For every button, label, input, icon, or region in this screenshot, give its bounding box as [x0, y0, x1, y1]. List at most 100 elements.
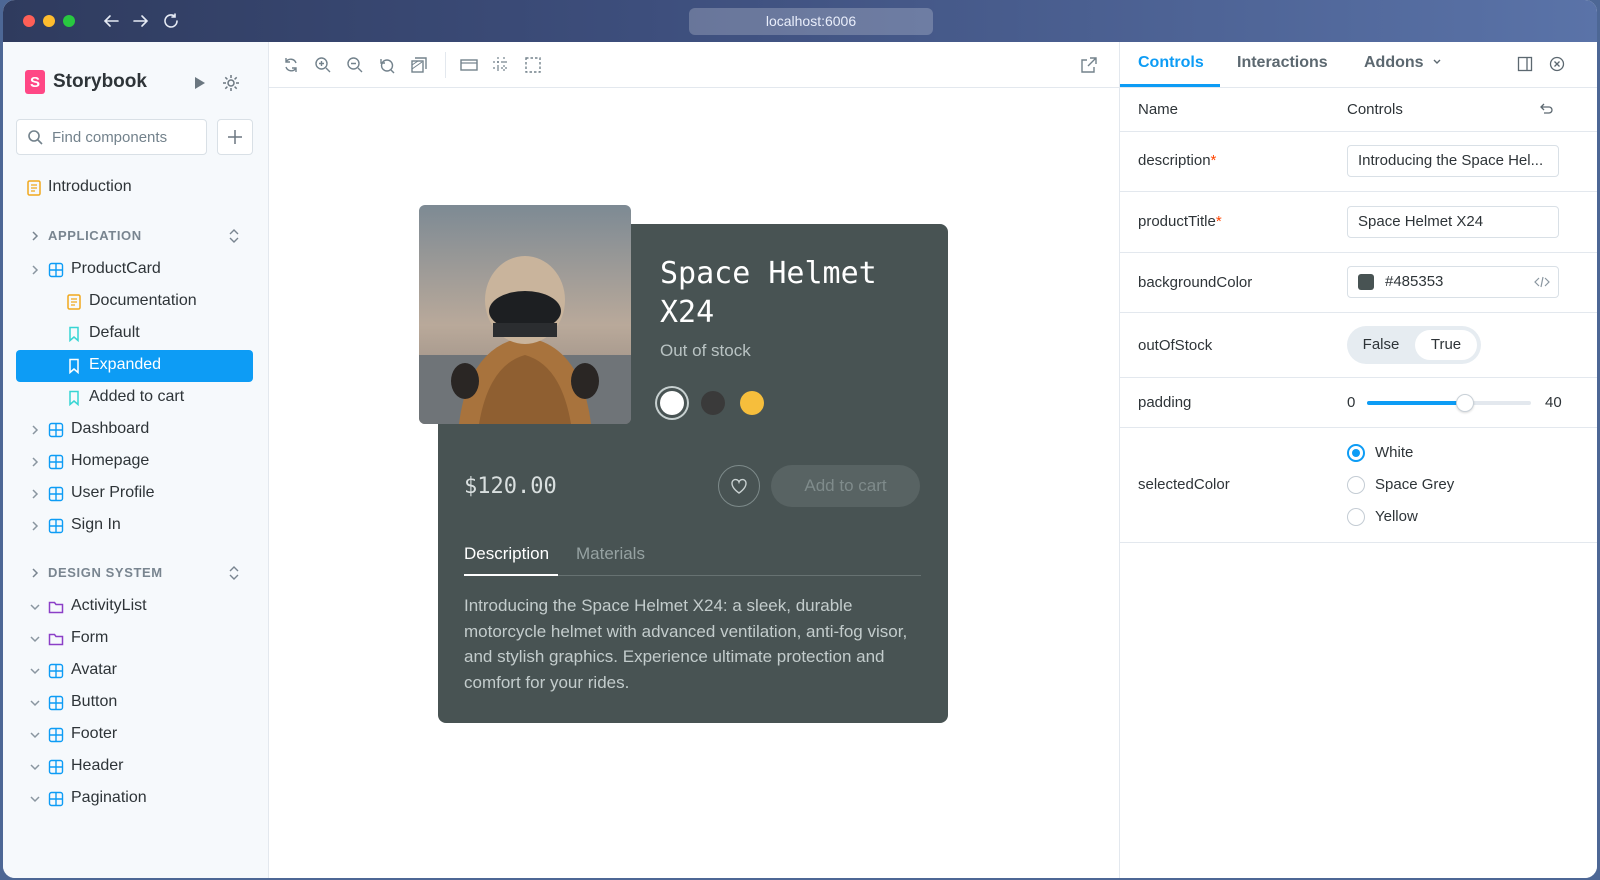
zoom-out-icon[interactable] [345, 55, 365, 75]
control-name: description* [1138, 152, 1217, 169]
tab-interactions[interactable]: Interactions [1237, 54, 1328, 72]
storybook-logo-icon: S [25, 70, 45, 94]
reset-zoom-icon[interactable] [377, 55, 397, 75]
tab-addons[interactable]: Addons [1364, 54, 1442, 72]
sidebar-item-label: Button [71, 693, 118, 710]
zoom-in-icon[interactable] [313, 55, 333, 75]
reload-icon[interactable] [162, 12, 180, 30]
sidebar-item-expanded[interactable]: Expanded [16, 350, 253, 382]
header-name: Name [1138, 101, 1179, 118]
chevron-right-icon [32, 568, 39, 578]
sidebar-item-activitylist[interactable]: ActivityList [16, 591, 253, 623]
open-new-tab-icon[interactable] [1079, 55, 1099, 75]
chevron-down-icon[interactable] [29, 601, 41, 613]
folder-icon [48, 633, 64, 646]
viewport-icon[interactable] [459, 55, 479, 75]
address-bar[interactable]: localhost:6006 [689, 8, 933, 35]
sidebar-item-pagination[interactable]: Pagination [16, 783, 253, 815]
gear-icon[interactable] [221, 73, 241, 93]
description-field[interactable]: Introducing the Space Hel... [1347, 145, 1559, 177]
play-icon[interactable] [189, 73, 209, 93]
sidebar-item-documentation[interactable]: Documentation [16, 286, 253, 318]
component-icon [48, 727, 64, 743]
slider-min: 0 [1347, 394, 1356, 411]
search-input[interactable]: Find components [16, 119, 207, 155]
chevron-right-icon[interactable] [29, 264, 41, 276]
add-button[interactable] [217, 119, 253, 155]
toggle-true[interactable]: True [1415, 330, 1477, 360]
chevron-down-icon[interactable] [29, 793, 41, 805]
sidebar-item-user-profile[interactable]: User Profile [16, 478, 253, 510]
chevron-down-icon[interactable] [29, 633, 41, 645]
storybook-brand[interactable]: S Storybook [25, 70, 147, 94]
component-icon [48, 791, 64, 807]
sidebar-item-label: Footer [71, 725, 118, 742]
grid-icon[interactable] [491, 55, 511, 75]
chevron-down-icon[interactable] [29, 729, 41, 741]
chevron-right-icon[interactable] [29, 520, 41, 532]
sidebar-item-sign-in[interactable]: Sign In [16, 510, 253, 542]
active-tab-indicator [464, 574, 558, 576]
background-color-value: #485353 [1385, 273, 1444, 290]
sidebar-item-avatar[interactable]: Avatar [16, 655, 253, 687]
radio-yellow[interactable] [1347, 508, 1365, 526]
tab-materials[interactable]: Materials [576, 544, 645, 564]
radio-white[interactable] [1347, 444, 1365, 462]
control-name: backgroundColor [1138, 274, 1253, 291]
chevron-right-icon[interactable] [29, 488, 41, 500]
toggle-false[interactable]: False [1351, 330, 1411, 360]
sidebar-item-label: Expanded [89, 356, 162, 373]
addons-panel: Controls Interactions Addons Name Contro… [1119, 42, 1597, 878]
close-window-button[interactable] [23, 15, 35, 27]
sidebar-item-dashboard[interactable]: Dashboard [16, 414, 253, 446]
sidebar-item-productcard[interactable]: ProductCard [16, 254, 253, 286]
sidebar-item-footer[interactable]: Footer [16, 719, 253, 751]
out-of-stock-toggle[interactable]: False True [1347, 326, 1481, 364]
background-icon[interactable] [409, 55, 429, 75]
sidebar-item-homepage[interactable]: Homepage [16, 446, 253, 478]
padding-slider-thumb[interactable] [1456, 394, 1475, 412]
story-icon [69, 326, 79, 342]
background-color-field[interactable]: #485353 [1347, 266, 1559, 298]
sidebar-item-button[interactable]: Button [16, 687, 253, 719]
tab-controls[interactable]: Controls [1138, 54, 1204, 72]
chevron-down-icon[interactable] [29, 761, 41, 773]
maximize-window-button[interactable] [63, 15, 75, 27]
component-icon [48, 518, 64, 534]
chevron-down-icon[interactable] [29, 697, 41, 709]
product-title-field[interactable]: Space Helmet X24 [1347, 206, 1559, 238]
sidebar-item-added-to-cart[interactable]: Added to cart [16, 382, 253, 414]
panel-orientation-icon[interactable] [1517, 56, 1533, 72]
swatch-white[interactable] [660, 391, 684, 415]
section-application[interactable]: APPLICATION [16, 224, 253, 248]
wishlist-button[interactable] [718, 465, 760, 507]
reset-controls-icon[interactable] [1538, 101, 1554, 117]
sidebar-item-introduction[interactable]: Introduction [16, 172, 253, 204]
chevron-right-icon [32, 231, 39, 241]
sidebar-item-form[interactable]: Form [16, 623, 253, 655]
close-icon[interactable] [1549, 56, 1565, 72]
minimize-window-button[interactable] [43, 15, 55, 27]
code-icon[interactable] [1534, 275, 1550, 289]
expand-collapse-icon[interactable] [227, 565, 241, 581]
chevron-down-icon[interactable] [29, 665, 41, 677]
chevron-right-icon[interactable] [29, 424, 41, 436]
docs-icon [27, 180, 41, 196]
remount-icon[interactable] [281, 55, 301, 75]
add-to-cart-button[interactable]: Add to cart [771, 465, 920, 507]
sidebar-item-header[interactable]: Header [16, 751, 253, 783]
forward-arrow-icon[interactable] [132, 12, 150, 30]
section-design-system[interactable]: DESIGN SYSTEM [16, 561, 253, 585]
back-arrow-icon[interactable] [102, 12, 120, 30]
tab-description[interactable]: Description [464, 544, 549, 564]
color-swatch[interactable] [1358, 274, 1374, 290]
radio-space-grey[interactable] [1347, 476, 1365, 494]
expand-collapse-icon[interactable] [227, 228, 241, 244]
outline-icon[interactable] [523, 55, 543, 75]
sidebar-item-default[interactable]: Default [16, 318, 253, 350]
swatch-yellow[interactable] [740, 391, 764, 415]
chevron-right-icon[interactable] [29, 456, 41, 468]
product-description: Introducing the Space Helmet X24: a slee… [464, 596, 908, 692]
folder-icon [48, 601, 64, 614]
swatch-space-grey[interactable] [701, 391, 725, 415]
